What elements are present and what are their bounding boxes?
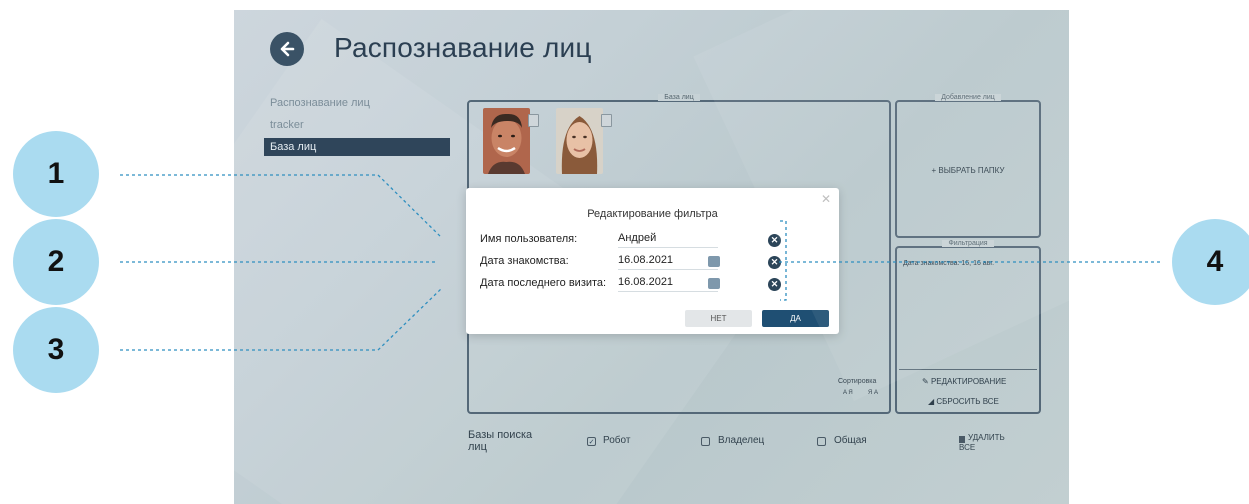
callout-lines [120,174,1160,351]
callout-bracket [780,220,787,301]
callout-2: 2 [13,219,99,305]
callout-3: 3 [13,307,99,393]
callout-4: 4 [1172,219,1249,305]
callout-line-3 [120,287,443,351]
callout-1: 1 [13,131,99,217]
callout-line-1 [120,174,443,239]
